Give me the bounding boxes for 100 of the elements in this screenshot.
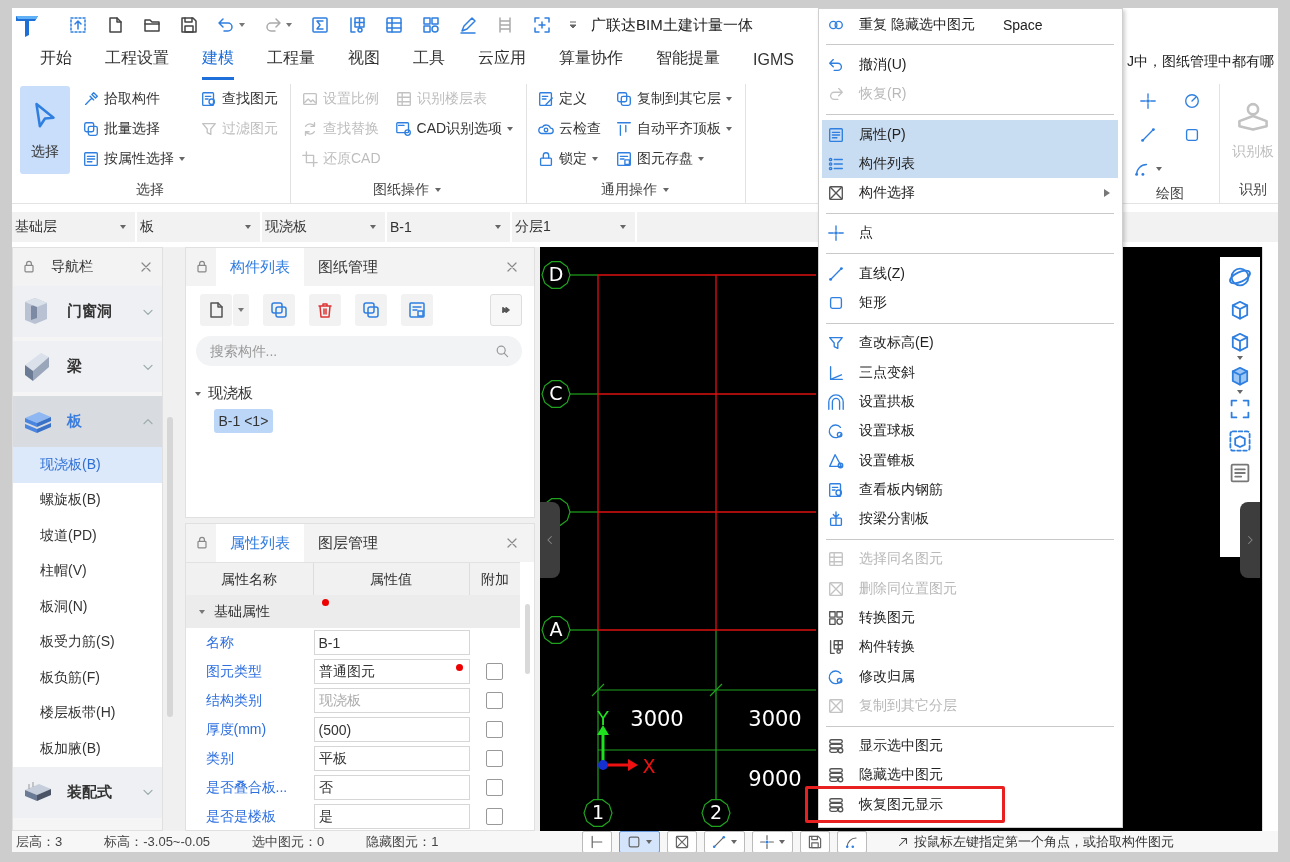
- redo-icon[interactable]: [263, 15, 283, 35]
- panel-tab[interactable]: 图层管理: [303, 524, 392, 562]
- ribbon-tab[interactable]: 开始: [40, 48, 72, 80]
- panel-tab[interactable]: 属性列表: [215, 524, 304, 562]
- dropdown-button[interactable]: [232, 294, 249, 326]
- customize-icon[interactable]: [569, 20, 577, 30]
- ribbon-button[interactable]: 云检查: [535, 116, 604, 142]
- dropdown[interactable]: 现浇板: [262, 212, 387, 242]
- category-item[interactable]: 装配式: [13, 766, 162, 818]
- menu-item[interactable]: 重复 隐藏选中图元 Space: [822, 10, 1118, 40]
- ribbon-tab[interactable]: 算量协作: [559, 48, 623, 80]
- ribbon-button[interactable]: 自动平齐顶板: [613, 116, 736, 142]
- new-button[interactable]: [199, 294, 232, 326]
- tree-node[interactable]: 现浇板: [205, 384, 255, 403]
- ribbon-tab[interactable]: IGMS: [753, 51, 794, 80]
- undo-icon[interactable]: [216, 15, 236, 35]
- checkbox[interactable]: [486, 750, 504, 767]
- grid-document-icon[interactable]: [347, 15, 367, 35]
- save-icon[interactable]: [179, 15, 199, 35]
- nav-item[interactable]: 板加腋(B): [13, 731, 162, 767]
- checkbox[interactable]: [486, 721, 504, 738]
- more-button[interactable]: [490, 294, 522, 326]
- ribbon-button[interactable]: CAD识别选项: [392, 116, 517, 142]
- value-field[interactable]: B-1: [313, 630, 470, 655]
- menu-item[interactable]: 构件转换: [822, 632, 1118, 662]
- dropdown[interactable]: 基础层: [12, 212, 137, 242]
- scrollbar[interactable]: [166, 417, 173, 717]
- draw-tool-button[interactable]: [667, 831, 697, 852]
- search-input[interactable]: 搜索构件...: [209, 343, 494, 359]
- menu-item[interactable]: 撤消(U): [822, 50, 1118, 80]
- checkbox[interactable]: [486, 663, 504, 680]
- checkbox[interactable]: [486, 779, 504, 796]
- menu-item[interactable]: 查改标高(E): [822, 328, 1118, 358]
- menu-item[interactable]: 三点变斜: [822, 357, 1118, 388]
- dropdown[interactable]: 分层1: [512, 212, 637, 242]
- ribbon-button[interactable]: 定义: [535, 86, 604, 112]
- copy-button[interactable]: [262, 294, 295, 326]
- ribbon-tab[interactable]: 智能提量: [656, 48, 720, 80]
- ribbon-button[interactable]: 批量选择: [80, 116, 188, 142]
- duplicate-button[interactable]: [354, 294, 387, 326]
- menu-item[interactable]: 修改归属: [822, 661, 1118, 692]
- tree-node[interactable]: B-1 <1>: [213, 409, 274, 433]
- grid-search-icon[interactable]: [421, 15, 441, 35]
- menu-item[interactable]: 转换图元: [822, 603, 1118, 633]
- value-field[interactable]: (500): [313, 717, 470, 742]
- delete-button[interactable]: [308, 294, 341, 326]
- ribbon-button[interactable]: 复制到其它层: [613, 86, 736, 112]
- ribbon-button[interactable]: 拾取构件: [80, 86, 188, 112]
- draw-tool-button[interactable]: [619, 831, 660, 852]
- checkbox[interactable]: [486, 692, 504, 709]
- expanded-caret-icon[interactable]: [193, 390, 202, 397]
- panel-tab[interactable]: 图纸管理: [303, 248, 392, 286]
- upload-icon[interactable]: [68, 15, 88, 35]
- value-field[interactable]: 普通图元: [313, 659, 470, 684]
- ribbon-button[interactable]: 按属性选择: [80, 146, 188, 172]
- grid-icon[interactable]: [384, 15, 404, 35]
- draw-tool-button[interactable]: [704, 831, 745, 852]
- ribbon-button[interactable]: 图元存盘: [613, 146, 736, 172]
- search-field[interactable]: 搜索构件...: [195, 336, 522, 366]
- menu-item[interactable]: 直线(Z): [822, 259, 1118, 289]
- menu-item[interactable]: 矩形: [822, 288, 1118, 318]
- pen-icon[interactable]: [458, 15, 478, 35]
- sigma-box-icon[interactable]: [310, 15, 330, 35]
- ribbon-button[interactable]: 锁定: [535, 146, 604, 172]
- menu-item[interactable]: 按梁分割板: [822, 504, 1118, 534]
- ribbon-tab[interactable]: 工程设置: [105, 48, 169, 80]
- menu-item[interactable]: 恢复图元显示: [805, 786, 1005, 824]
- nav-item[interactable]: 柱帽(V): [13, 553, 162, 589]
- checkbox[interactable]: [486, 808, 504, 825]
- ribbon-button[interactable]: 查找图元: [198, 86, 280, 112]
- draw-tool-button[interactable]: [837, 831, 867, 852]
- nav-item[interactable]: 现浇板(B): [13, 447, 162, 483]
- crop-box-icon[interactable]: [532, 15, 552, 35]
- nav-item[interactable]: 板洞(N): [13, 589, 162, 625]
- ribbon-tab[interactable]: 视图: [348, 48, 380, 80]
- group-row[interactable]: 基础属性: [185, 595, 520, 628]
- value-field[interactable]: 否: [313, 775, 470, 800]
- ribbon-tab[interactable]: 工具: [413, 48, 445, 80]
- menu-item[interactable]: 属性(P): [822, 119, 1118, 150]
- menu-item[interactable]: 点: [822, 218, 1118, 249]
- category-item[interactable]: 梁: [13, 341, 162, 392]
- save-button[interactable]: [400, 294, 433, 326]
- nav-item[interactable]: 螺旋板(B): [13, 482, 162, 518]
- value-field[interactable]: 平板: [313, 746, 470, 771]
- value-field[interactable]: 是: [313, 804, 470, 829]
- nav-item[interactable]: 坡道(PD): [13, 518, 162, 554]
- menu-item[interactable]: 设置拱板: [822, 387, 1118, 417]
- menu-item[interactable]: 查看板内钢筋: [822, 475, 1118, 505]
- scrollbar[interactable]: [525, 604, 530, 674]
- menu-item[interactable]: 构件列表: [822, 149, 1118, 179]
- nav-item[interactable]: 板受力筋(S): [13, 624, 162, 660]
- category-item[interactable]: 门窗洞: [13, 286, 162, 337]
- menu-item[interactable]: 构件选择: [822, 178, 1118, 208]
- dropdown[interactable]: 板: [137, 212, 262, 242]
- ribbon-tab[interactable]: 云应用: [478, 48, 526, 80]
- ribbon-tab[interactable]: 工程量: [267, 48, 315, 80]
- menu-item[interactable]: 设置锥板: [822, 445, 1118, 476]
- panel-tab[interactable]: 构件列表: [215, 248, 304, 286]
- nav-item[interactable]: 楼层板带(H): [13, 695, 162, 731]
- ribbon-tab[interactable]: 建模: [202, 48, 234, 80]
